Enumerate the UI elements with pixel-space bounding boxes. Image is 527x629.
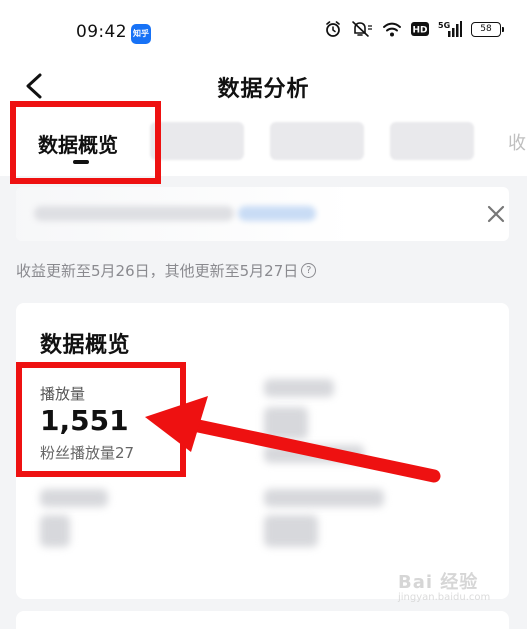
blurred-metric-label xyxy=(264,379,334,397)
close-icon xyxy=(487,205,505,223)
card-title: 数据概览 xyxy=(40,333,131,358)
tab-hidden-2[interactable] xyxy=(150,122,244,160)
blurred-metric-label xyxy=(264,489,384,507)
tab-bar: 数据概览 收 xyxy=(0,110,527,176)
app-header: 数据分析 xyxy=(0,62,527,110)
blurred-metric-value xyxy=(40,515,70,547)
wifi-icon xyxy=(382,21,402,38)
fan-play-count: 粉丝播放量27 xyxy=(40,444,135,462)
play-count-value: 1,551 xyxy=(40,404,129,437)
5g-signal-icon: 5G xyxy=(438,20,462,38)
blurred-metric-value xyxy=(264,407,308,439)
banner-blurred-text xyxy=(34,206,234,221)
update-note-text: 收益更新至5月26日，其他更新至5月27日 xyxy=(16,262,299,280)
tab-hidden-3[interactable] xyxy=(270,122,364,160)
tab-data-overview[interactable]: 数据概览 xyxy=(38,129,118,158)
svg-text:HD: HD xyxy=(412,26,427,36)
banner-close-button[interactable] xyxy=(486,204,506,224)
app-screen: 09:42 知乎 HD 5G 58 数据分析 数据概览 收 收益更新至5月26日… xyxy=(0,0,527,629)
blurred-metric-sub xyxy=(264,445,364,463)
data-overview-card: 数据概览 播放量 1,551 粉丝播放量27 xyxy=(16,303,509,599)
status-time: 09:42 xyxy=(76,22,127,42)
blurred-metric-label xyxy=(40,489,108,507)
update-note: 收益更新至5月26日，其他更新至5月27日 ? xyxy=(16,260,317,281)
active-tab-indicator xyxy=(73,160,89,164)
mute-icon xyxy=(351,20,373,38)
play-count-label: 播放量 xyxy=(40,385,86,403)
status-bar: 09:42 知乎 HD 5G 58 xyxy=(0,0,527,62)
tab-hidden-4[interactable] xyxy=(390,122,474,160)
banner-blurred-link[interactable] xyxy=(238,206,316,221)
help-icon[interactable]: ? xyxy=(301,263,317,278)
blurred-metric-value xyxy=(264,515,318,547)
zhihu-app-icon: 知乎 xyxy=(131,24,151,44)
battery-icon: 58 xyxy=(471,21,504,37)
hd-icon: HD xyxy=(411,21,429,37)
status-icons: HD 5G 58 xyxy=(324,20,504,38)
alarm-icon xyxy=(324,20,342,38)
page-title: 数据分析 xyxy=(217,77,310,102)
svg-text:5G: 5G xyxy=(438,21,450,30)
tab-more-partial[interactable]: 收 xyxy=(508,129,526,155)
notice-banner xyxy=(16,187,509,241)
next-card xyxy=(16,611,509,629)
